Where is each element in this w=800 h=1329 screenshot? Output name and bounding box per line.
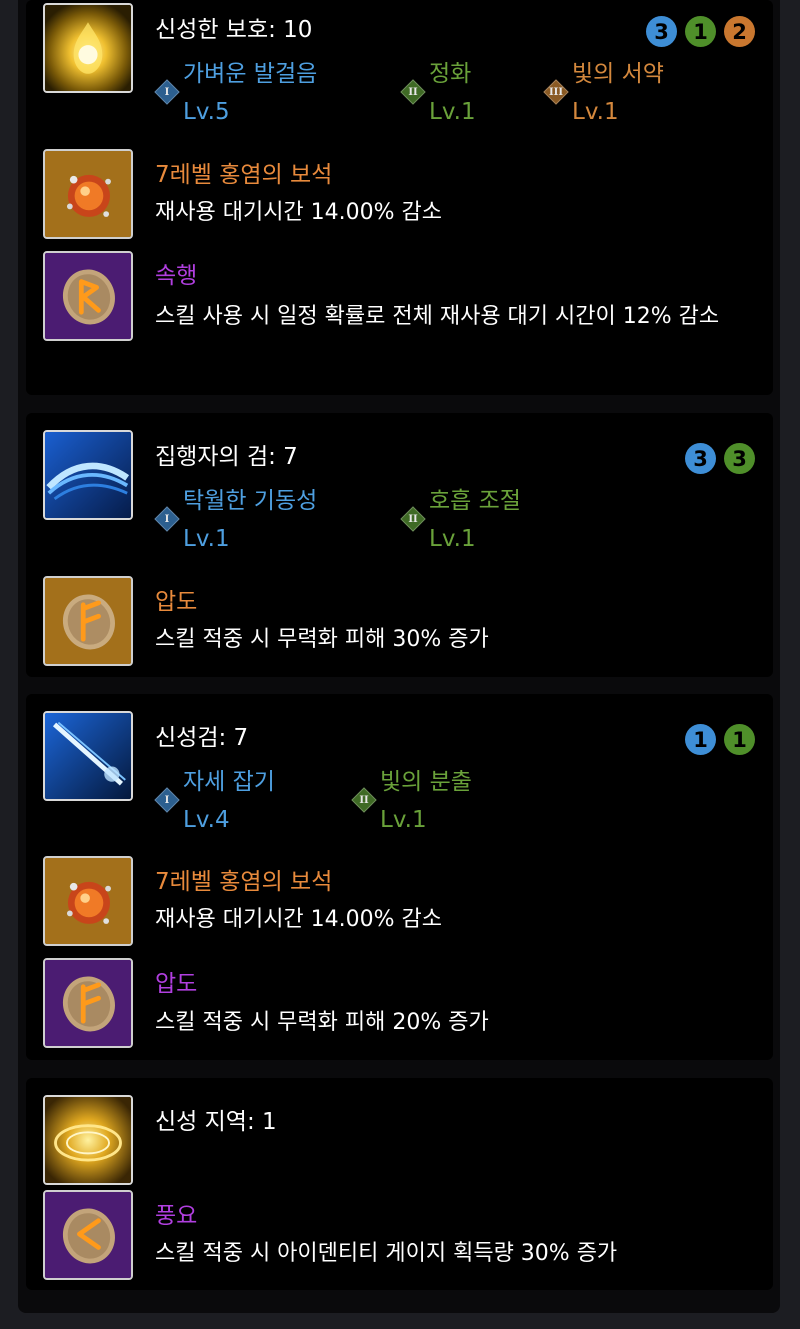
tripod-name: 빛의 분출 (380, 769, 472, 795)
rune-name: 풍요 (155, 1203, 198, 1229)
tripod-level-badges: 3 3 (685, 443, 755, 474)
tripod-1-badge: 3 (646, 16, 677, 47)
tier-2-diamond-icon: II (400, 506, 426, 532)
rune-icon[interactable] (43, 576, 133, 666)
tier-1-diamond-icon: I (154, 787, 180, 813)
holy-protection-skill-icon[interactable] (43, 3, 133, 93)
tripod-name: 가벼운 발걸음 (183, 61, 318, 87)
skill-title: 신성 지역: 1 (155, 1109, 277, 1135)
tripod-name: 호흡 조절 (429, 488, 521, 514)
rune-description: 스킬 적중 시 무력화 피해 20% 증가 (155, 1010, 489, 1035)
rune-description: 스킬 적중 시 무력화 피해 30% 증가 (155, 627, 489, 652)
skill-card-holy-sword: 신성검: 7 1 1 I 자세 잡기 Lv.4 II 빛의 분출 Lv.1 7레… (26, 694, 773, 1060)
flame-gem-icon[interactable] (43, 149, 133, 239)
holy-aura-skill-icon[interactable] (43, 1095, 133, 1185)
skill-title: 신성한 보호: 10 (155, 17, 313, 43)
tripod-name: 빛의 서약 (572, 61, 664, 87)
tripod-2-badge: 1 (685, 16, 716, 47)
tripod-level: Lv.1 (380, 807, 427, 833)
rune-name: 속행 (155, 263, 198, 289)
tripod-level: Lv.4 (183, 807, 230, 833)
tripod-2-badge: 3 (724, 443, 755, 474)
tier-1-diamond-icon: I (154, 506, 180, 532)
tripod-name: 탁월한 기동성 (183, 488, 318, 514)
tripod-level: Lv.1 (429, 99, 476, 125)
skill-title: 집행자의 검: 7 (155, 444, 298, 470)
tripod-level: Lv.1 (429, 526, 476, 552)
flame-gem-icon[interactable] (43, 856, 133, 946)
tripod-1-badge: 3 (685, 443, 716, 474)
rune-name: 압도 (155, 971, 198, 997)
tripod-3-badge: 2 (724, 16, 755, 47)
rune-name: 압도 (155, 589, 198, 615)
tripod-level: Lv.1 (572, 99, 619, 125)
skill-card-holy-aura: 신성 지역: 1 풍요 스킬 적중 시 아이덴티티 게이지 획득량 30% 증가 (26, 1078, 773, 1290)
skill-card-executioner-sword: 집행자의 검: 7 3 3 I 탁월한 기동성 Lv.1 II 호흡 조절 Lv… (26, 413, 773, 677)
skill-title: 신성검: 7 (155, 725, 249, 751)
rune-description: 스킬 적중 시 아이덴티티 게이지 획득량 30% 증가 (155, 1241, 618, 1266)
rune-icon[interactable] (43, 1190, 133, 1280)
tripod-level: Lv.1 (183, 526, 230, 552)
tripod-1-badge: 1 (685, 724, 716, 755)
tier-2-diamond-icon: II (400, 79, 426, 105)
tier-2-diamond-icon: II (351, 787, 377, 813)
gem-name: 7레벨 홍염의 보석 (155, 162, 333, 188)
rune-icon[interactable] (43, 251, 133, 341)
tier-3-diamond-icon: III (543, 79, 569, 105)
tripod-name: 정화 (429, 61, 472, 87)
tier-1-diamond-icon: I (154, 79, 180, 105)
rune-description: 스킬 사용 시 일정 확률로 전체 재사용 대기 시간이 12% 감소 (155, 304, 720, 329)
gem-description: 재사용 대기시간 14.00% 감소 (155, 907, 443, 932)
gem-name: 7레벨 홍염의 보석 (155, 869, 333, 895)
tripod-2-badge: 1 (724, 724, 755, 755)
executioner-sword-skill-icon[interactable] (43, 430, 133, 520)
gem-description: 재사용 대기시간 14.00% 감소 (155, 200, 443, 225)
tripod-level-badges: 3 1 2 (646, 16, 755, 47)
tripod-name: 자세 잡기 (183, 769, 275, 795)
skill-card-holy-protection: 신성한 보호: 10 3 1 2 I 가벼운 발걸음 Lv.5 II 정화 Lv… (26, 0, 773, 395)
holy-sword-skill-icon[interactable] (43, 711, 133, 801)
tripod-level-badges: 1 1 (685, 724, 755, 755)
rune-icon[interactable] (43, 958, 133, 1048)
tripod-level: Lv.5 (183, 99, 230, 125)
